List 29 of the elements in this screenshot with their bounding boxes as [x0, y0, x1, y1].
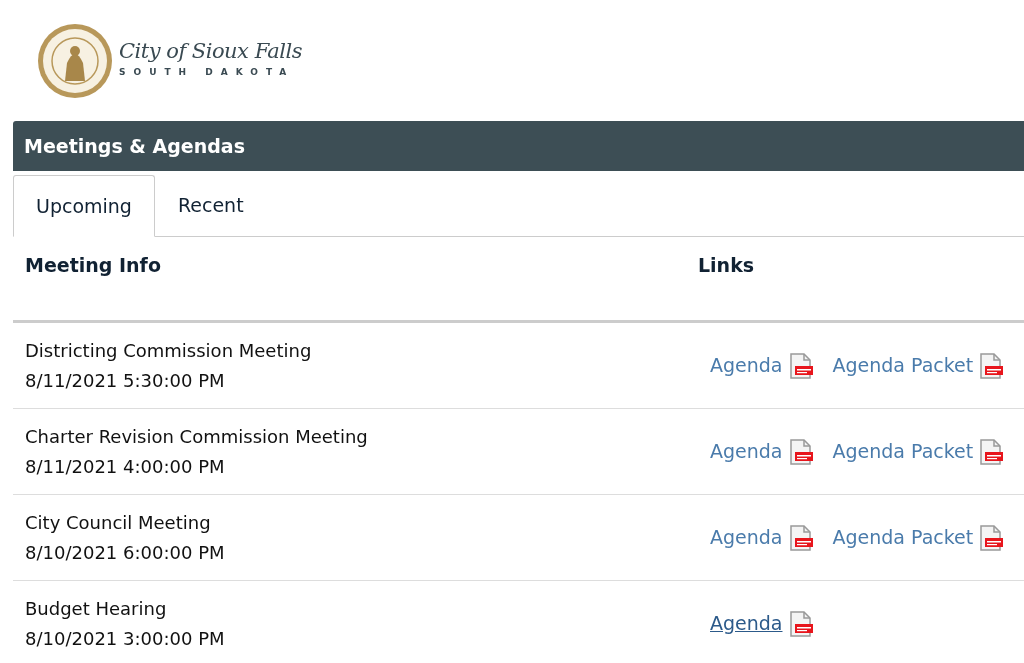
- pdf-file-icon: [788, 524, 813, 551]
- meeting-date: 8/11/2021 4:00:00 PM: [25, 454, 226, 479]
- link[interactable]: Agenda: [710, 437, 783, 466]
- link[interactable]: Agenda: [710, 609, 783, 638]
- link[interactable]: Agenda Packet: [832, 437, 974, 466]
- meeting-name: Districting Commission Meeting: [25, 338, 313, 363]
- pdf-file-icon: [788, 352, 813, 379]
- pdf-file-icon: [979, 524, 1004, 551]
- tab[interactable]: Upcoming: [13, 175, 155, 237]
- meeting-name: Charter Revision Commission Meeting: [25, 424, 369, 449]
- link[interactable]: Agenda Packet: [832, 351, 974, 380]
- meeting-name: Budget Hearing: [25, 596, 168, 621]
- link[interactable]: Agenda: [710, 351, 783, 380]
- pdf-file-icon: [979, 438, 1004, 465]
- pdf-file-icon: [788, 438, 813, 465]
- column-header: Meeting Info: [25, 254, 161, 276]
- link[interactable]: Agenda Packet: [832, 523, 974, 552]
- column-header: Links: [698, 254, 755, 276]
- meeting-name: City Council Meeting: [25, 510, 212, 535]
- meeting-date: 8/11/2021 5:30:00 PM: [25, 368, 226, 393]
- logo-subtitle: SOUTH DAKOTA: [119, 66, 296, 80]
- meeting-date: 8/10/2021 6:00:00 PM: [25, 540, 226, 565]
- logo-name: City of Sioux Falls: [119, 41, 303, 63]
- meeting-date: 8/10/2021 3:00:00 PM: [25, 626, 226, 651]
- panel-header: Meetings & Agendas: [13, 121, 1024, 171]
- tab[interactable]: Recent: [154, 174, 267, 236]
- pdf-file-icon: [979, 352, 1004, 379]
- pdf-file-icon: [788, 610, 813, 637]
- link[interactable]: Agenda: [710, 523, 783, 552]
